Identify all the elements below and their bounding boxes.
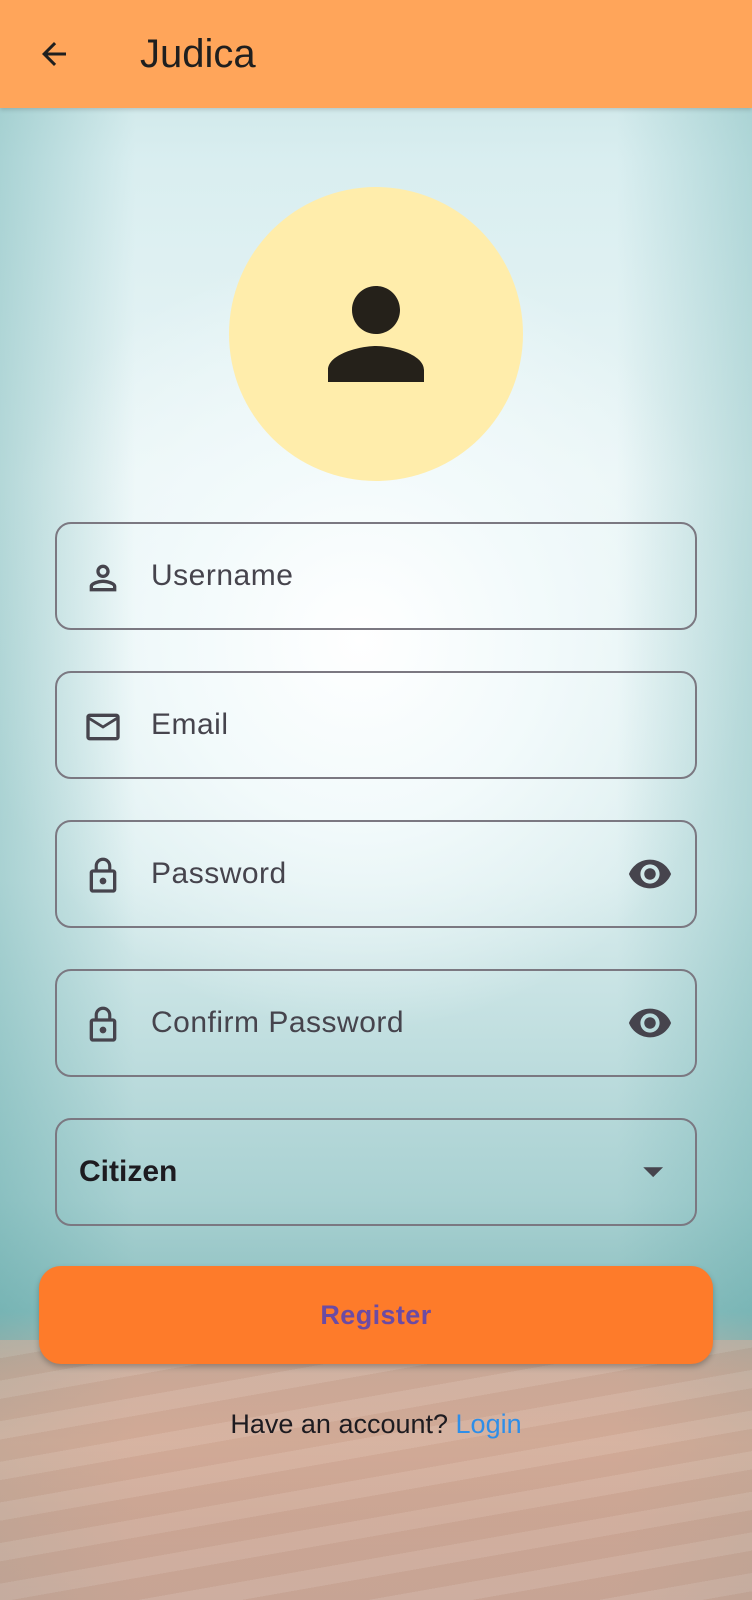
arrow-drop-down-icon <box>641 1160 665 1184</box>
username-field[interactable]: Username <box>55 522 697 630</box>
app-title: Judica <box>140 32 256 76</box>
lock-icon <box>83 856 123 896</box>
login-prompt: Have an account? Login <box>0 1406 752 1442</box>
password-placeholder: Password <box>151 857 287 890</box>
eye-icon[interactable] <box>627 854 673 894</box>
register-button-label: Register <box>320 1299 432 1330</box>
username-placeholder: Username <box>151 559 294 592</box>
confirm-password-field[interactable]: Confirm Password <box>55 969 697 1077</box>
app-bar: Judica <box>0 0 752 108</box>
login-prompt-text: Have an account? <box>230 1409 456 1439</box>
person-outline-icon <box>83 558 123 598</box>
password-field[interactable]: Password <box>55 820 697 928</box>
arrow-back-icon <box>42 42 66 66</box>
email-field[interactable]: Email <box>55 671 697 779</box>
mail-icon <box>83 707 123 747</box>
register-button[interactable]: Register <box>39 1266 713 1364</box>
email-placeholder: Email <box>151 708 229 741</box>
login-link[interactable]: Login <box>456 1409 522 1439</box>
eye-icon[interactable] <box>627 1003 673 1043</box>
back-button[interactable] <box>26 26 82 82</box>
lock-icon <box>83 1005 123 1045</box>
background-floor <box>0 1340 752 1600</box>
role-dropdown[interactable]: Citizen <box>55 1118 697 1226</box>
role-selected-value: Citizen <box>79 1155 178 1188</box>
avatar <box>229 187 523 481</box>
confirm-password-placeholder: Confirm Password <box>151 1006 405 1039</box>
person-icon <box>328 286 424 382</box>
